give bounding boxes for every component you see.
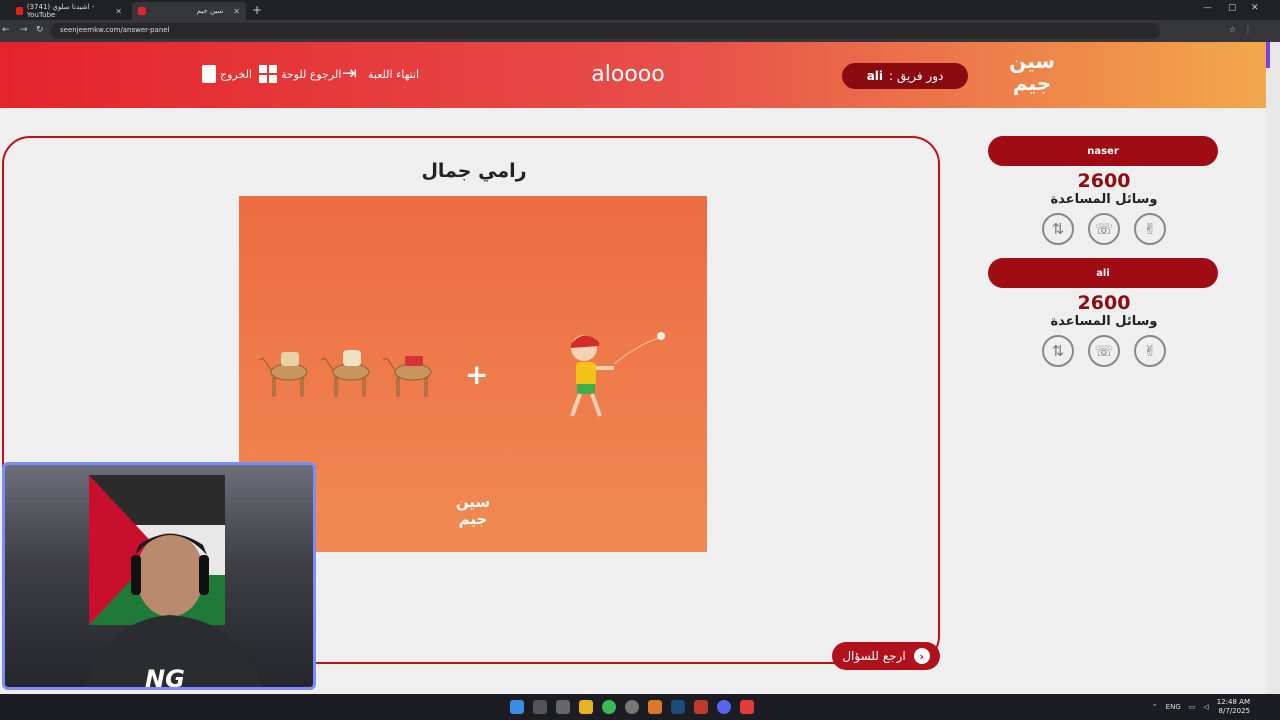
team-name: ali — [988, 258, 1218, 288]
game-name: aloooo — [591, 62, 665, 87]
search-icon[interactable] — [533, 700, 547, 714]
browser-tabstrip: (3741) اشيدنا سلوي - YouTube ✕ سين جيم ✕… — [0, 0, 1280, 20]
two-answers-aid-icon[interactable]: ✌ — [1134, 335, 1166, 367]
language-indicator[interactable]: ENG — [1166, 703, 1181, 711]
taskbar-apps — [510, 700, 754, 714]
back-to-question-label: ارجع للسؤال — [842, 649, 906, 663]
two-answers-aid-icon[interactable]: ✌ — [1134, 213, 1166, 245]
aids-label: وسائل المساعدة — [1050, 192, 1158, 207]
arrow-right-icon: ⇥ — [342, 63, 358, 84]
seenjeem-logo: سين جيم — [1009, 49, 1055, 95]
webcam-overlay: NG — [2, 462, 316, 690]
scrollbar[interactable] — [1266, 42, 1280, 694]
settings-icon[interactable] — [625, 700, 639, 714]
end-game-button[interactable]: ⇥ انتهاء اللعبة — [342, 65, 419, 83]
plus-sign: + — [465, 358, 489, 391]
date: 8/7/2025 — [1218, 707, 1250, 715]
seenjeem-icon — [138, 7, 146, 15]
swap-aid-icon[interactable]: ⇅ — [1042, 213, 1074, 245]
reload-icon[interactable]: ↻ — [36, 25, 44, 35]
url-input[interactable]: seenjeemkw.com/answer-panel — [50, 23, 1160, 39]
team-name: naser — [988, 136, 1218, 166]
exit-label: الخروج — [220, 67, 252, 81]
team-turn-badge: دور فريق : ali — [842, 63, 968, 89]
end-game-label: انتهاء اللعبة — [368, 67, 420, 81]
boy-throwing-ball-illustration — [570, 332, 665, 417]
chrome-icon[interactable] — [602, 700, 616, 714]
close-icon[interactable]: ✕ — [115, 7, 122, 16]
team-score: 2600 — [1077, 292, 1131, 314]
call-friend-aid-icon[interactable]: ☏ — [1088, 335, 1120, 367]
tab-seenjeem[interactable]: سين جيم ✕ — [132, 2, 246, 20]
back-icon[interactable]: ← — [2, 25, 10, 35]
minimize-icon[interactable]: — — [1203, 3, 1212, 13]
tab-youtube[interactable]: (3741) اشيدنا سلوي - YouTube ✕ — [10, 2, 128, 20]
address-bar-row: ← → ↻ seenjeemkw.com/answer-panel ☆⋮ — [0, 20, 1280, 42]
app-icon[interactable] — [740, 700, 754, 714]
image-watermark-logo: سين جيم — [455, 493, 491, 528]
team-panel-ali: ali 2600 وسائل المساعدة ✌ ☏ ⇅ — [988, 258, 1220, 367]
new-tab-button[interactable]: + — [252, 3, 262, 17]
back-to-question-button[interactable]: ‹ ارجع للسؤال — [832, 642, 940, 670]
aids-row: ✌ ☏ ⇅ — [988, 213, 1220, 245]
youtube-icon — [16, 7, 23, 15]
team-score: 2600 — [1077, 170, 1131, 192]
app-icon[interactable] — [694, 700, 708, 714]
url-text: seenjeemkw.com/answer-panel — [60, 26, 170, 34]
close-icon[interactable]: ✕ — [233, 7, 240, 16]
turn-team: ali — [866, 69, 884, 83]
aids-label: وسائل المساعدة — [1050, 314, 1158, 329]
streamer-image — [85, 533, 264, 687]
streamer-logo: NG — [145, 665, 185, 690]
tray-chevron-icon[interactable]: ⌃ — [1152, 703, 1158, 711]
discord-icon[interactable] — [717, 700, 731, 714]
aids-row: ✌ ☏ ⇅ — [988, 335, 1220, 367]
file-explorer-icon[interactable] — [579, 700, 593, 714]
back-to-board-button[interactable]: الرجوع للوحة — [259, 65, 341, 83]
answer-text: رامي جمال — [421, 160, 527, 182]
task-view-icon[interactable] — [556, 700, 570, 714]
network-icon[interactable]: ▭ — [1189, 703, 1196, 711]
grid-icon — [259, 65, 277, 83]
exit-button[interactable]: الخروج — [202, 65, 252, 83]
back-to-board-label: الرجوع للوحة — [281, 67, 342, 81]
call-friend-aid-icon[interactable]: ☏ — [1088, 213, 1120, 245]
header: سين جيم دور فريق : ali aloooo ⇥ انتهاء ا… — [0, 42, 1266, 108]
forward-icon[interactable]: → — [20, 25, 28, 35]
team-panel-naser: naser 2600 وسائل المساعدة ✌ ☏ ⇅ — [988, 136, 1220, 245]
browser-toolbar-icons[interactable]: ☆⋮ — [1229, 25, 1260, 34]
tab-label: (3741) اشيدنا سلوي - YouTube — [26, 3, 95, 19]
turn-label: دور فريق : — [889, 69, 944, 83]
steam-icon[interactable] — [671, 700, 685, 714]
maximize-icon[interactable]: ▢ — [1228, 3, 1237, 13]
clock[interactable]: 12:48 AM 8/7/2025 — [1217, 698, 1250, 716]
swap-aid-icon[interactable]: ⇅ — [1042, 335, 1074, 367]
camels-illustration — [259, 350, 432, 397]
volume-icon[interactable]: ◁ — [1203, 703, 1208, 711]
chevron-left-icon: ‹ — [913, 648, 930, 664]
time: 12:48 AM — [1216, 698, 1250, 706]
close-window-icon[interactable]: ✕ — [1251, 3, 1259, 13]
app-icon[interactable] — [648, 700, 662, 714]
system-tray: ⌃ ENG ▭ ◁ 12:48 AM 8/7/2025 — [1152, 698, 1250, 716]
tab-label: سين جيم — [196, 7, 224, 15]
taskbar: ⌃ ENG ▭ ◁ 12:48 AM 8/7/2025 — [0, 694, 1280, 720]
exit-door-icon — [202, 65, 216, 83]
start-icon[interactable] — [510, 700, 524, 714]
